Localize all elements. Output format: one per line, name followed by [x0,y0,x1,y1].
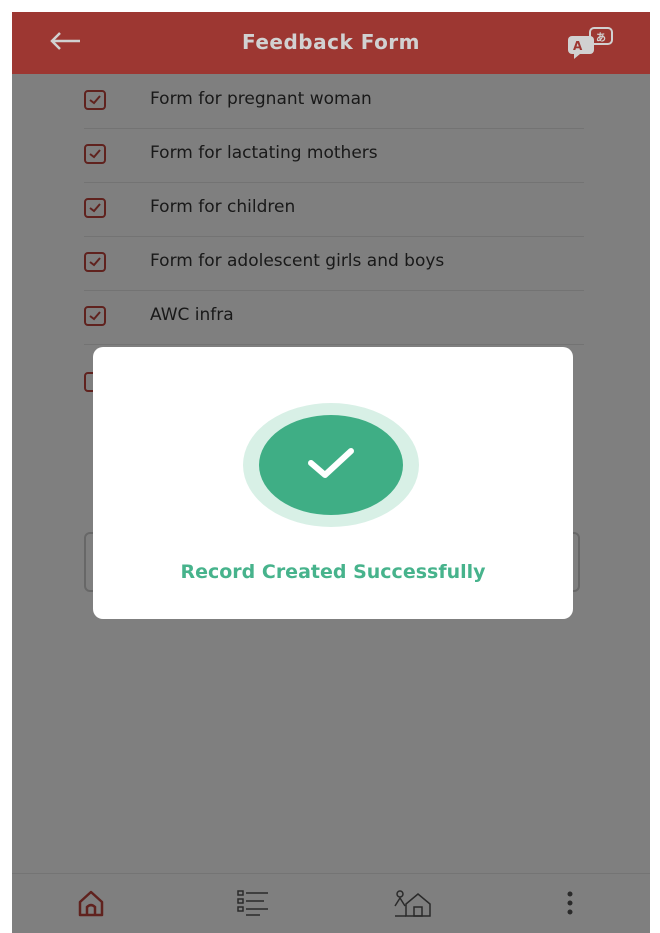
app-screen: Feedback Form A あ Form for pregnant woma… [12,12,650,933]
success-dialog: Record Created Successfully [93,347,573,619]
success-check-icon [259,415,403,515]
svg-text:あ: あ [596,31,606,44]
success-message: Record Created Successfully [180,561,486,583]
app-header: Feedback Form A あ [12,12,650,74]
svg-text:A: A [573,39,583,53]
translate-button[interactable]: A あ [564,26,616,60]
translate-icon: A あ [568,27,613,59]
page-title: Feedback Form [241,30,421,54]
